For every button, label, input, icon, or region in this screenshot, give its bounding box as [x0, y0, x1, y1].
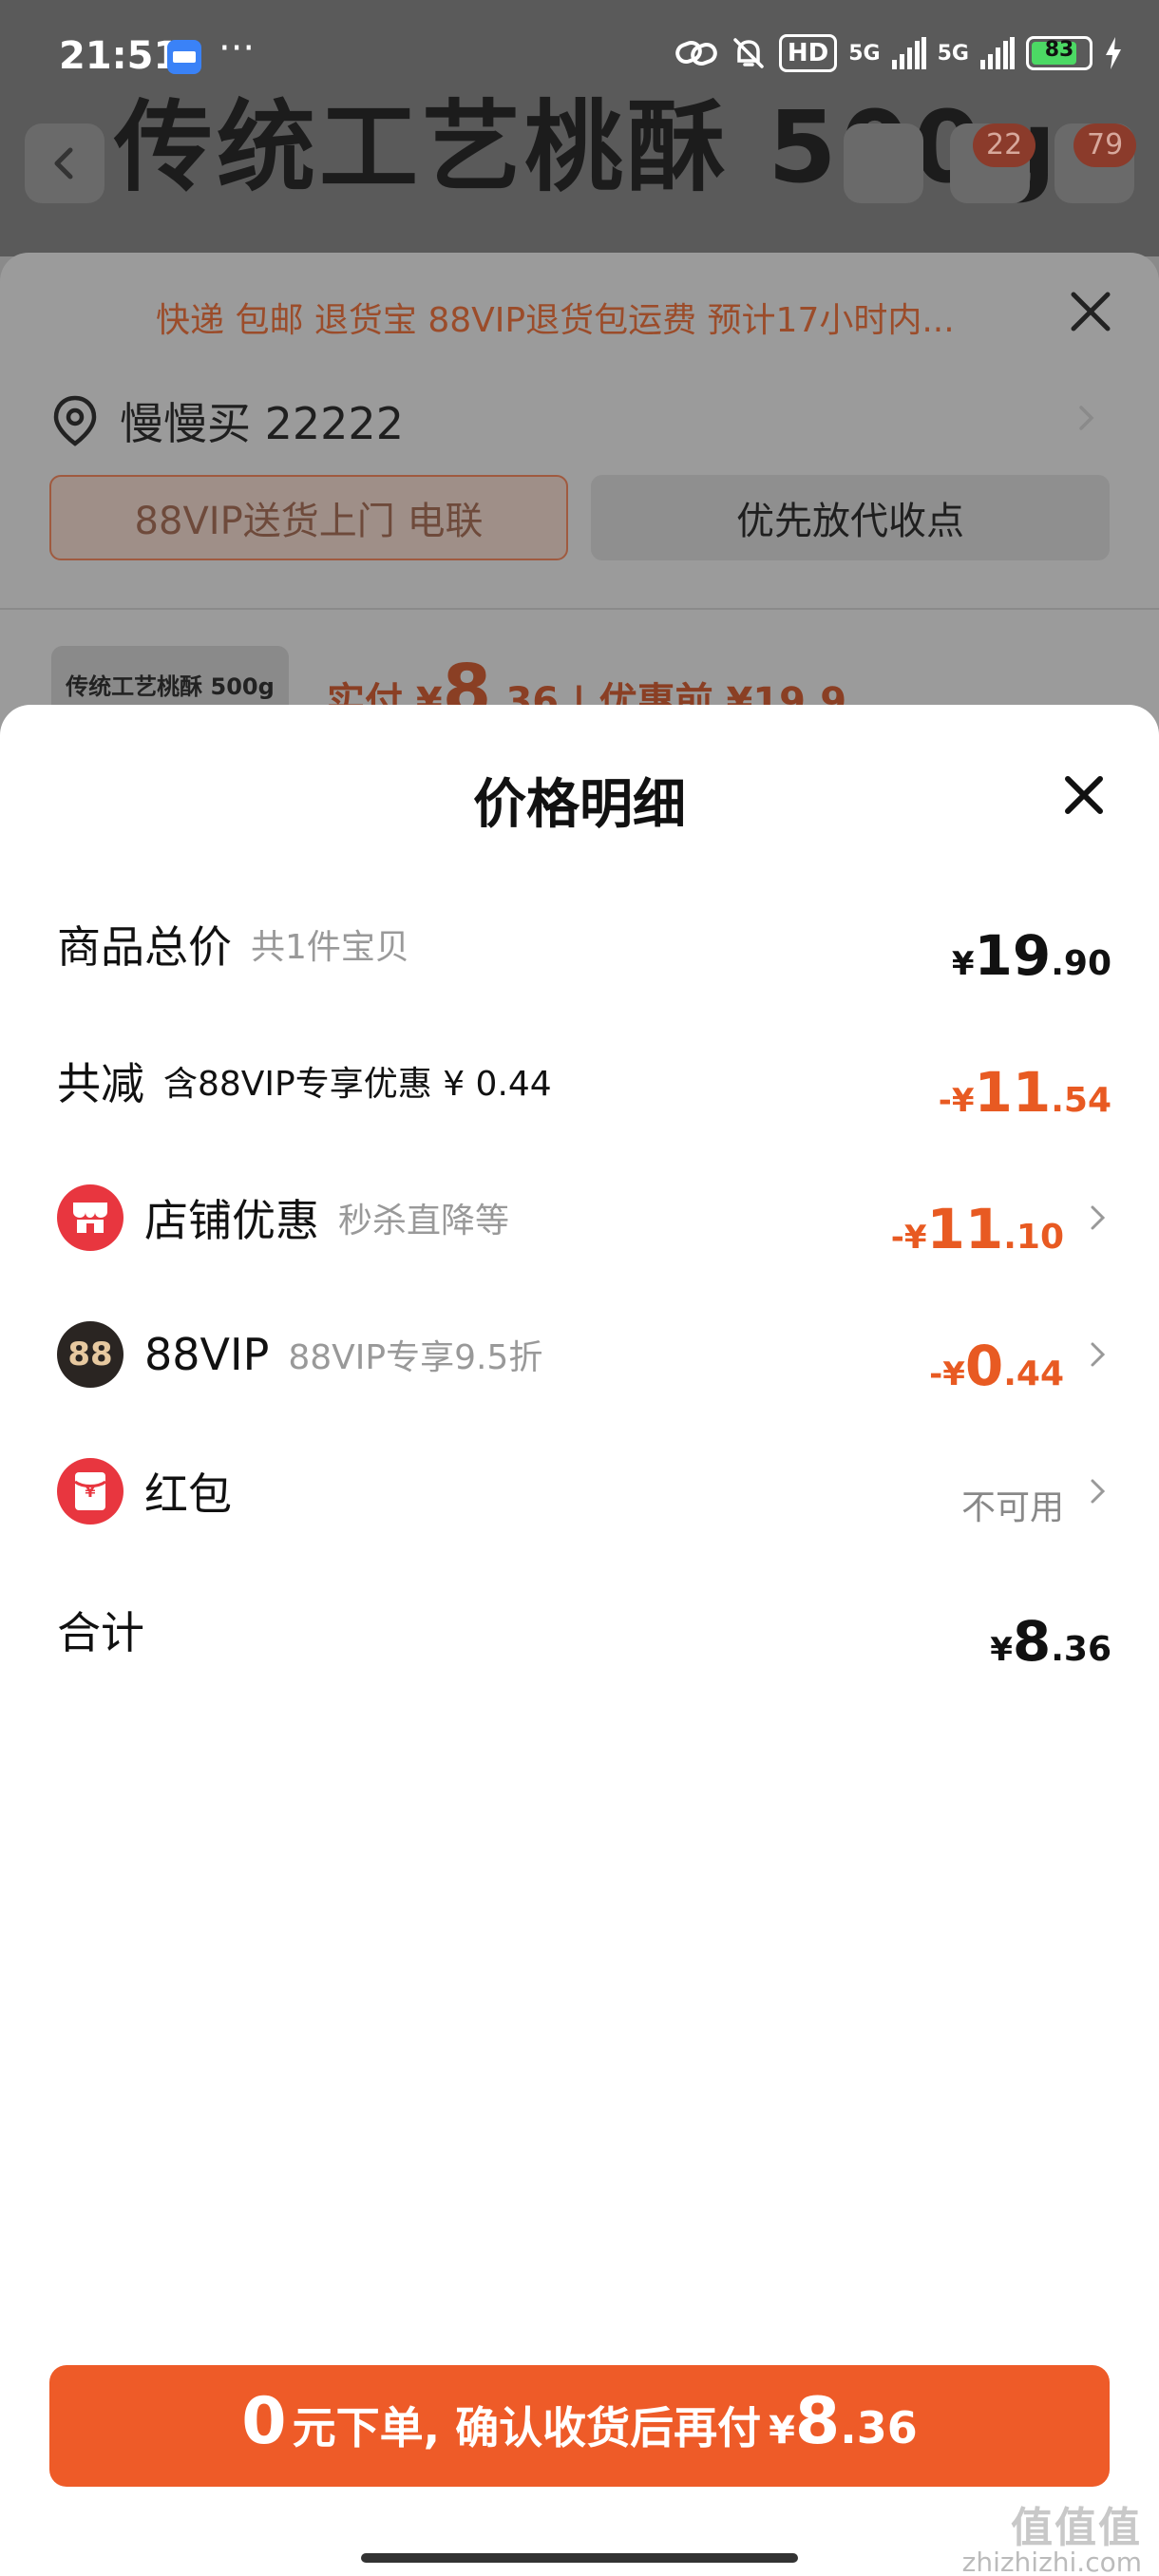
row-sum: 合计 ¥8.36: [57, 1582, 1112, 1677]
row-88vip-discount[interactable]: 88 88VIP 88VIP专享9.5折 -¥ 0.44: [57, 1307, 1112, 1402]
store-discount-integer: 11: [926, 1197, 1004, 1261]
store-discount-currency: -¥: [890, 1219, 927, 1257]
wallet-app-icon: [167, 40, 201, 74]
sum-value: ¥8.36: [990, 1582, 1112, 1677]
price-detail-sheet: 价格明细 商品总价 共1件宝贝 ¥19.90 共减 含88VIP专享优惠 ¥ 0…: [0, 705, 1159, 2576]
network-5g-1: 5G: [848, 41, 881, 66]
address-text-bg: 慢慢买 22222: [120, 398, 404, 449]
hd-indicator: HD: [778, 34, 838, 72]
share-icon-bg: [844, 123, 923, 203]
status-indicators: HD 5G 5G 83: [674, 34, 1123, 72]
signal-icon-1: [891, 37, 926, 69]
red-packet-unavailable: 不可用: [960, 1488, 1064, 1527]
total-discount-note: 含88VIP专享优惠 ¥ 0.44: [163, 1065, 552, 1104]
sum-decimal: .36: [1051, 1630, 1112, 1669]
vip-icon-text: 88: [67, 1335, 113, 1373]
red-packet-status: 不可用: [961, 1444, 1064, 1539]
goods-total-label: 商品总价: [57, 921, 232, 973]
signal-icon-2: [980, 37, 1015, 69]
battery-icon: 83: [1026, 36, 1092, 70]
more-notifications-icon: ···: [218, 27, 256, 70]
chevron-right-icon: [1091, 1479, 1106, 1504]
row-red-packet[interactable]: ¥ 红包 不可用: [57, 1444, 1112, 1539]
goods-total-currency: ¥: [951, 945, 975, 983]
store-icon: [57, 1184, 124, 1251]
delivery-option-door-bg: 88VIP送货上门 电联: [49, 475, 568, 560]
chevron-right-icon-bg: [1079, 406, 1094, 430]
sheet-title: 价格明细: [473, 774, 686, 836]
home-indicator[interactable]: [361, 2553, 798, 2563]
location-pin-icon: [53, 395, 97, 446]
row-total-discount: 共减 含88VIP专享优惠 ¥ 0.44 -¥ 11.54: [57, 1033, 1112, 1128]
vip-discount-note: 88VIP专享9.5折: [288, 1338, 543, 1377]
store-discount-decimal: .10: [1003, 1218, 1064, 1257]
cta-decimal: .36: [840, 2402, 918, 2453]
row-store-discount[interactable]: 店铺优惠 秒杀直降等 -¥ 11.10: [57, 1170, 1112, 1265]
cta-currency: ¥: [769, 2409, 795, 2453]
watermark-sub: zhizhizhi.com: [961, 2547, 1142, 2576]
goods-total-value: ¥19.90: [952, 897, 1112, 992]
red-packet-label: 红包: [144, 1468, 232, 1520]
red-packet-icon-text: ¥: [85, 1483, 96, 1501]
close-icon[interactable]: [1056, 767, 1112, 823]
total-discount-label: 共减: [57, 1058, 144, 1109]
total-discount-decimal: .54: [1051, 1081, 1112, 1120]
chevron-left-icon: [54, 147, 73, 180]
goods-total-integer: 19: [974, 923, 1052, 988]
total-discount-integer: 11: [974, 1060, 1052, 1125]
vip-discount-decimal: .44: [1003, 1354, 1064, 1393]
back-button-bg: [25, 123, 104, 203]
vip-88-icon: 88: [57, 1321, 124, 1388]
bell-off-icon: [733, 38, 764, 68]
sum-label: 合计: [57, 1607, 144, 1658]
goods-total-count: 共1件宝贝: [251, 928, 409, 967]
address-row-bg: 慢慢买 22222: [51, 389, 404, 452]
chevron-right-icon: [1091, 1205, 1106, 1230]
place-order-button[interactable]: 0 元下单, 确认收货后再付 ¥8.36: [49, 2365, 1110, 2487]
vip-discount-label: 88VIP: [144, 1329, 270, 1380]
total-discount-value: -¥ 11.54: [939, 1033, 1112, 1128]
close-icon-bg: [1071, 292, 1111, 331]
delivery-notice-bg: 快递 包邮 退货宝 88VIP退货包运费 预计17小时内...: [156, 301, 955, 340]
link-icon: [675, 40, 717, 66]
total-discount-currency: -¥: [938, 1082, 975, 1120]
battery-level: 83: [1044, 38, 1074, 62]
goods-total-decimal: .90: [1051, 944, 1112, 983]
cta-integer: 8: [794, 2384, 841, 2459]
sum-integer: 8: [1012, 1609, 1052, 1674]
status-bar: 21:51 ··· HD 5G 5G 83: [0, 0, 1159, 114]
store-discount-label: 店铺优惠: [144, 1195, 319, 1246]
red-packet-icon: ¥: [57, 1458, 124, 1525]
watermark: 值值值 zhizhizhi.com: [962, 2508, 1142, 2576]
watermark-main: 值值值: [1011, 2504, 1142, 2552]
vip-discount-integer: 0: [964, 1334, 1004, 1398]
network-5g-2: 5G: [937, 41, 969, 66]
more-badge-bg: 79: [1074, 123, 1137, 167]
cta-text: 元下单, 确认收货后再付: [292, 2402, 762, 2453]
sum-currency: ¥: [990, 1631, 1013, 1669]
store-discount-note: 秒杀直降等: [338, 1202, 510, 1241]
chevron-right-icon: [1091, 1342, 1106, 1367]
charging-bolt-icon: [1106, 37, 1121, 69]
cart-badge-bg: 22: [973, 123, 1036, 167]
row-goods-total: 商品总价 共1件宝贝 ¥19.90: [57, 897, 1112, 992]
vip-discount-currency: -¥: [929, 1355, 965, 1393]
status-time: 21:51: [59, 34, 180, 78]
vip-discount-value: -¥ 0.44: [929, 1307, 1064, 1402]
delivery-option-pickup-bg: 优先放代收点: [591, 475, 1110, 560]
cta-zero: 0: [241, 2384, 287, 2459]
divider-bg: [0, 608, 1159, 610]
store-discount-value: -¥ 11.10: [891, 1170, 1064, 1265]
